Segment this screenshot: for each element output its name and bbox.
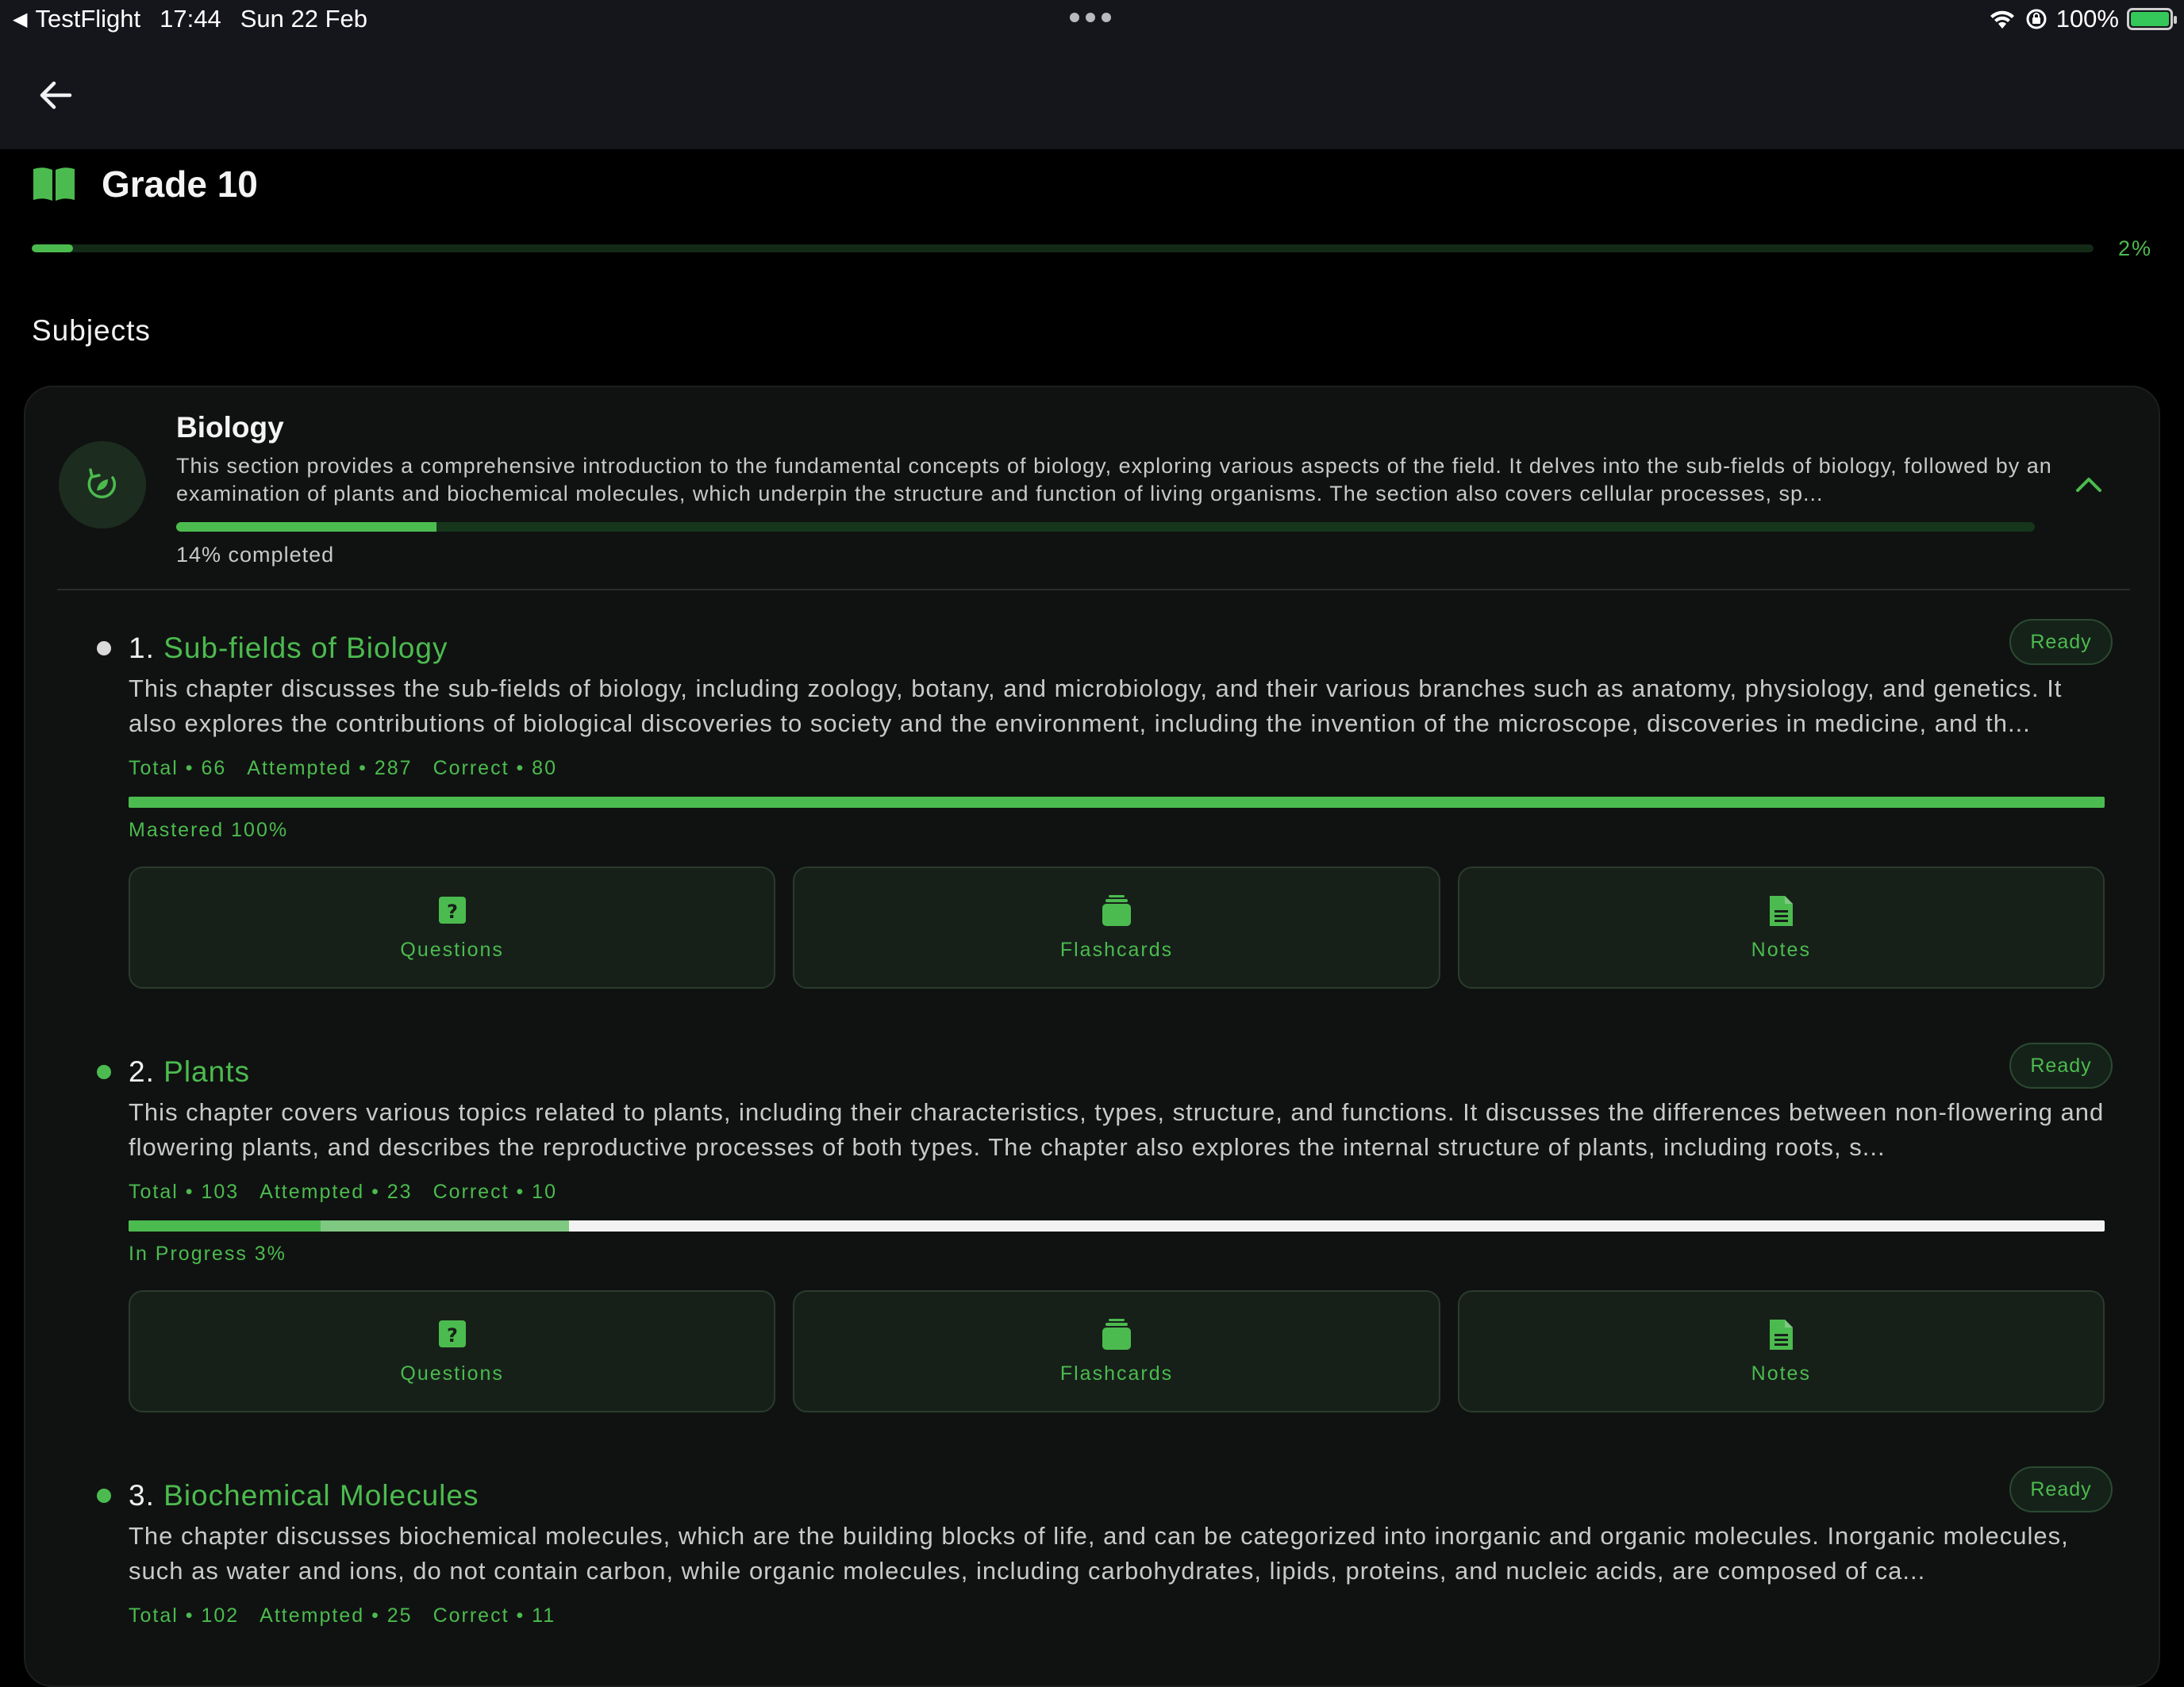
stat-attempted: Attempted • 287 [247,757,413,779]
status-time: 17:44 [160,5,221,33]
multitasking-dots-icon[interactable] [1070,13,1111,22]
wifi-icon [1990,10,2014,29]
top-bar: ◀ TestFlight 17:44 Sun 22 Feb 100% [0,0,2184,149]
chapter-status-dot [97,641,111,655]
stat-attempted: Attempted • 25 [260,1604,413,1627]
chapter-title[interactable]: 1. Sub-fields of Biology [129,632,448,665]
back-to-app-icon[interactable]: ◀ [13,8,27,31]
chapter-mastery-status: Mastered 100% [129,819,289,841]
stat-attempted: Attempted • 23 [260,1181,413,1203]
subject-card: Biology This section provides a comprehe… [24,386,2160,1687]
chapter-description: This chapter covers various topics relat… [129,1098,2105,1161]
grade-progress-bar [32,244,2094,252]
chapter-progress-bar [129,1220,2105,1232]
question-icon: ? [438,896,466,924]
battery-percent: 100% [2055,5,2119,33]
chapter-stats: Total • 103 Attempted • 23 Correct • 10 [129,1181,557,1204]
document-icon [1770,895,1794,926]
flashcards-button[interactable]: Flashcards [793,867,1440,989]
subject-name[interactable]: Biology [176,411,284,444]
chapter-description: This chapter discusses the sub-fields of… [129,674,2063,737]
section-title: Subjects [32,314,151,347]
chapter-description: The chapter discusses biochemical molecu… [129,1522,2069,1585]
flashcards-icon [1102,894,1131,926]
svg-text:?: ? [447,901,458,923]
stat-correct: Correct • 10 [433,1181,557,1203]
subject-progress-bar [176,522,2035,532]
ready-badge: Ready [2009,1043,2113,1089]
stat-total: Total • 102 [129,1604,240,1627]
back-app-label[interactable]: TestFlight [35,5,140,33]
divider [57,589,2130,590]
notes-button[interactable]: Notes [1457,867,2105,989]
chapter-stats: Total • 102 Attempted • 25 Correct • 11 [129,1604,556,1627]
subject-progress-label: 14% completed [176,543,335,567]
flashcards-icon [1102,1318,1131,1350]
chapter-status-dot [97,1489,111,1503]
grade-header: Grade 10 [32,163,258,206]
ready-badge: Ready [2009,619,2113,665]
page-title: Grade 10 [102,163,258,205]
stat-total: Total • 103 [129,1181,240,1203]
chapter-actions: ? Questions Flashcards Notes [129,867,2105,989]
back-arrow-icon[interactable] [32,71,79,119]
grade-progress-label: 2% [2117,236,2152,260]
svg-text:?: ? [447,1324,458,1347]
chapter-progress-status: In Progress 3% [129,1243,286,1265]
subject-refresh-icon [59,441,146,528]
chapter-stats: Total • 66 Attempted • 287 Correct • 80 [129,757,557,780]
open-book-icon [33,167,75,201]
subject-description: This section provides a comprehensive in… [176,454,2052,505]
chapter-progress-bar [129,797,2105,808]
flashcards-button[interactable]: Flashcards [793,1290,1440,1412]
ready-badge: Ready [2009,1466,2113,1512]
chapter-title[interactable]: 2. Plants [129,1055,250,1089]
chapter-actions: ? Questions Flashcards Notes [129,1290,2105,1412]
questions-button[interactable]: ? Questions [129,867,776,989]
question-icon: ? [438,1320,466,1347]
chapter-status-dot [97,1065,111,1079]
stat-correct: Correct • 80 [433,757,557,779]
orientation-lock-icon [2026,9,2047,29]
battery-icon [2127,8,2177,30]
chevron-up-icon[interactable] [2071,473,2106,497]
questions-button[interactable]: ? Questions [129,1290,776,1412]
notes-button[interactable]: Notes [1457,1290,2105,1412]
document-icon [1770,1319,1794,1350]
status-bar: ◀ TestFlight 17:44 Sun 22 Feb 100% [0,0,2184,40]
chapter-title[interactable]: 3. Biochemical Molecules [129,1479,479,1512]
stat-total: Total • 66 [129,757,227,779]
stat-correct: Correct • 11 [433,1604,556,1627]
status-date: Sun 22 Feb [240,5,368,33]
